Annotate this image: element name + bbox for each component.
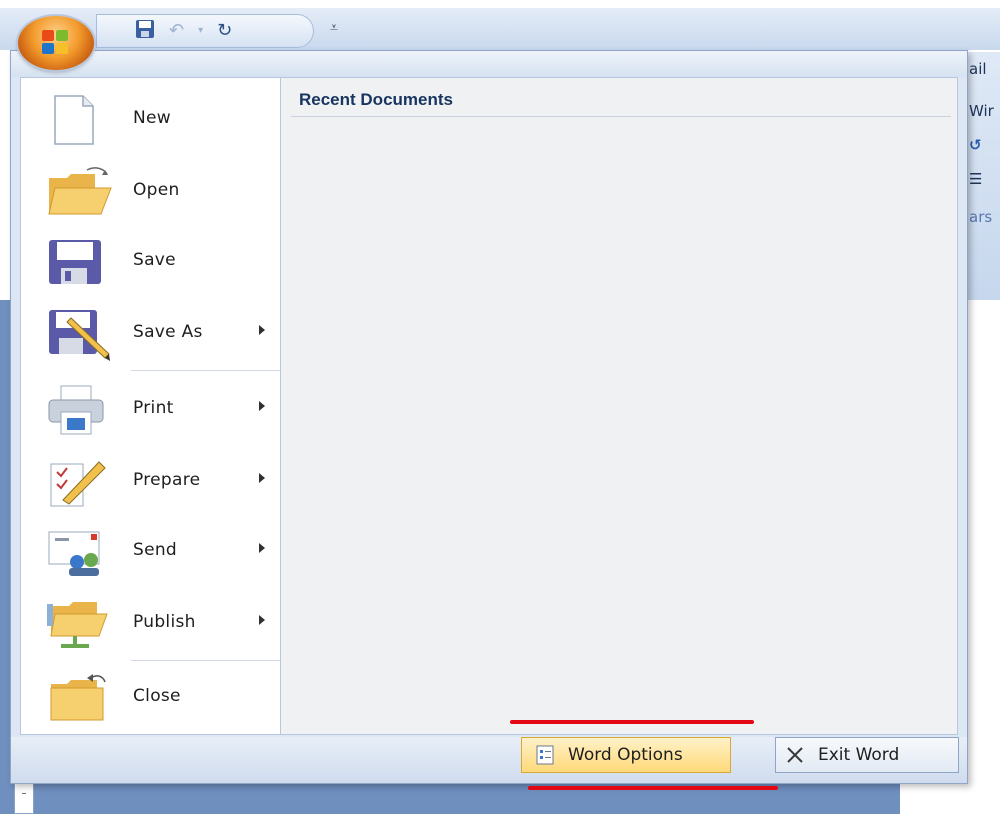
recent-documents-title: Recent Documents bbox=[299, 90, 453, 109]
publish-icon bbox=[47, 598, 108, 648]
save-icon[interactable] bbox=[135, 19, 155, 43]
word-options-button[interactable]: Word Options bbox=[521, 737, 731, 773]
menu-item-send[interactable]: Send bbox=[21, 518, 285, 588]
menu-item-new[interactable]: New bbox=[21, 86, 285, 156]
exit-word-label: Exit Word bbox=[818, 745, 900, 765]
menu-item-label: New bbox=[133, 108, 171, 128]
menu-item-label: Open bbox=[133, 180, 180, 200]
ribbon-tab-fragment: ail bbox=[969, 60, 987, 78]
redo-icon[interactable]: ↻ bbox=[217, 22, 232, 40]
printer-icon bbox=[47, 384, 104, 435]
menu-item-save-as[interactable]: Save As bbox=[21, 300, 285, 370]
chevron-down-icon[interactable]: ▾ bbox=[198, 26, 203, 36]
menu-item-close[interactable]: Close bbox=[21, 664, 285, 734]
ribbon-group-fragment: Wir bbox=[969, 102, 994, 120]
submenu-arrow-icon bbox=[259, 401, 265, 411]
menu-item-label: Send bbox=[133, 540, 178, 560]
save-as-icon bbox=[47, 308, 110, 361]
exit-word-button[interactable]: Exit Word bbox=[775, 737, 959, 773]
menu-item-prepare[interactable]: Prepare bbox=[21, 448, 285, 518]
prepare-icon bbox=[47, 456, 106, 507]
open-folder-icon bbox=[47, 166, 112, 216]
align-icon[interactable]: ☰ bbox=[969, 170, 982, 188]
submenu-arrow-icon bbox=[259, 473, 265, 483]
menu-item-open[interactable]: Open bbox=[21, 158, 285, 228]
save-disk-icon bbox=[47, 236, 103, 286]
annotation-underline bbox=[510, 720, 754, 724]
menu-item-print[interactable]: Print bbox=[21, 376, 285, 446]
undo-icon[interactable]: ↶ bbox=[169, 22, 184, 40]
recent-documents-pane: Recent Documents bbox=[280, 77, 958, 735]
close-folder-icon bbox=[47, 672, 106, 722]
menu-item-label: Publish bbox=[133, 612, 196, 632]
customize-qat-icon[interactable]: ⩡ bbox=[330, 20, 338, 36]
menu-item-publish[interactable]: Publish bbox=[21, 590, 285, 660]
refresh-icon[interactable]: ↺ bbox=[969, 136, 982, 154]
menu-item-label: Prepare bbox=[133, 470, 201, 490]
send-icon bbox=[47, 526, 103, 576]
office-logo-icon bbox=[42, 30, 70, 56]
menu-item-label: Print bbox=[133, 398, 174, 418]
office-menu: New Open Save Save As Print Prepare Send… bbox=[10, 50, 968, 784]
submenu-arrow-icon bbox=[259, 325, 265, 335]
menu-item-label: Close bbox=[133, 686, 181, 706]
office-button[interactable] bbox=[18, 16, 94, 70]
submenu-arrow-icon bbox=[259, 615, 265, 625]
menu-commands-pane: New Open Save Save As Print Prepare Send… bbox=[20, 77, 286, 735]
recent-documents-divider bbox=[291, 116, 951, 117]
close-icon bbox=[787, 747, 803, 763]
menu-header-strip bbox=[11, 51, 967, 77]
menu-item-label: Save bbox=[133, 250, 176, 270]
menu-divider bbox=[131, 660, 283, 661]
menu-item-label: Save As bbox=[133, 322, 203, 342]
new-document-icon bbox=[47, 94, 103, 145]
menu-divider bbox=[131, 370, 283, 371]
options-icon bbox=[536, 745, 554, 765]
quick-access-toolbar: ↶ ▾ ↻ bbox=[96, 14, 314, 48]
menu-item-save[interactable]: Save bbox=[21, 228, 285, 298]
annotation-underline bbox=[528, 786, 778, 790]
word-options-label: Word Options bbox=[568, 745, 683, 765]
ribbon-label-fragment: ars bbox=[969, 208, 993, 226]
submenu-arrow-icon bbox=[259, 543, 265, 553]
